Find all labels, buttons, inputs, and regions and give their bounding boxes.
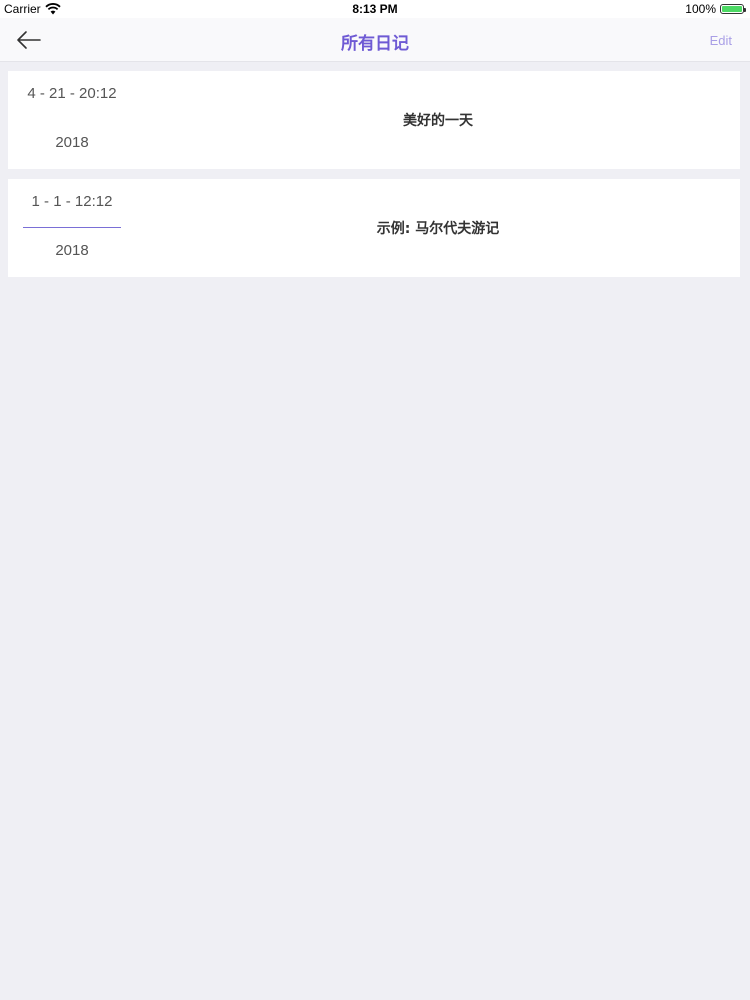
- diary-row[interactable]: 1 - 1 - 12:12 2018 示例: 马尔代夫游记: [8, 179, 740, 277]
- status-bar: Carrier 8:13 PM 100%: [0, 0, 750, 18]
- diary-date: 4 - 21 - 20:12: [27, 85, 117, 102]
- battery-cap: [744, 8, 746, 12]
- diary-list: 4 - 21 - 20:12 2018 美好的一天 1 - 1 - 12:12 …: [8, 71, 740, 287]
- edit-button[interactable]: Edit: [710, 33, 732, 48]
- diary-row[interactable]: 4 - 21 - 20:12 2018 美好的一天: [8, 71, 740, 169]
- diary-title: 美好的一天: [403, 113, 473, 129]
- diary-year: 2018: [55, 134, 89, 151]
- battery-icon: [720, 4, 746, 14]
- battery-fill: [722, 6, 742, 12]
- battery-status: 100%: [685, 2, 746, 16]
- page-title: 所有日记: [341, 34, 409, 54]
- diary-date-column: 1 - 1 - 12:12 2018: [8, 179, 136, 277]
- diary-year: 2018: [55, 242, 89, 259]
- status-time: 8:13 PM: [352, 2, 398, 16]
- diary-title: 示例: 马尔代夫游记: [376, 221, 500, 237]
- diary-date-column: 4 - 21 - 20:12 2018: [8, 71, 136, 169]
- navigation-bar: 所有日记 Edit: [0, 18, 750, 62]
- battery-percent: 100%: [685, 2, 716, 16]
- diary-date: 1 - 1 - 12:12: [31, 193, 113, 210]
- date-divider: [23, 227, 121, 228]
